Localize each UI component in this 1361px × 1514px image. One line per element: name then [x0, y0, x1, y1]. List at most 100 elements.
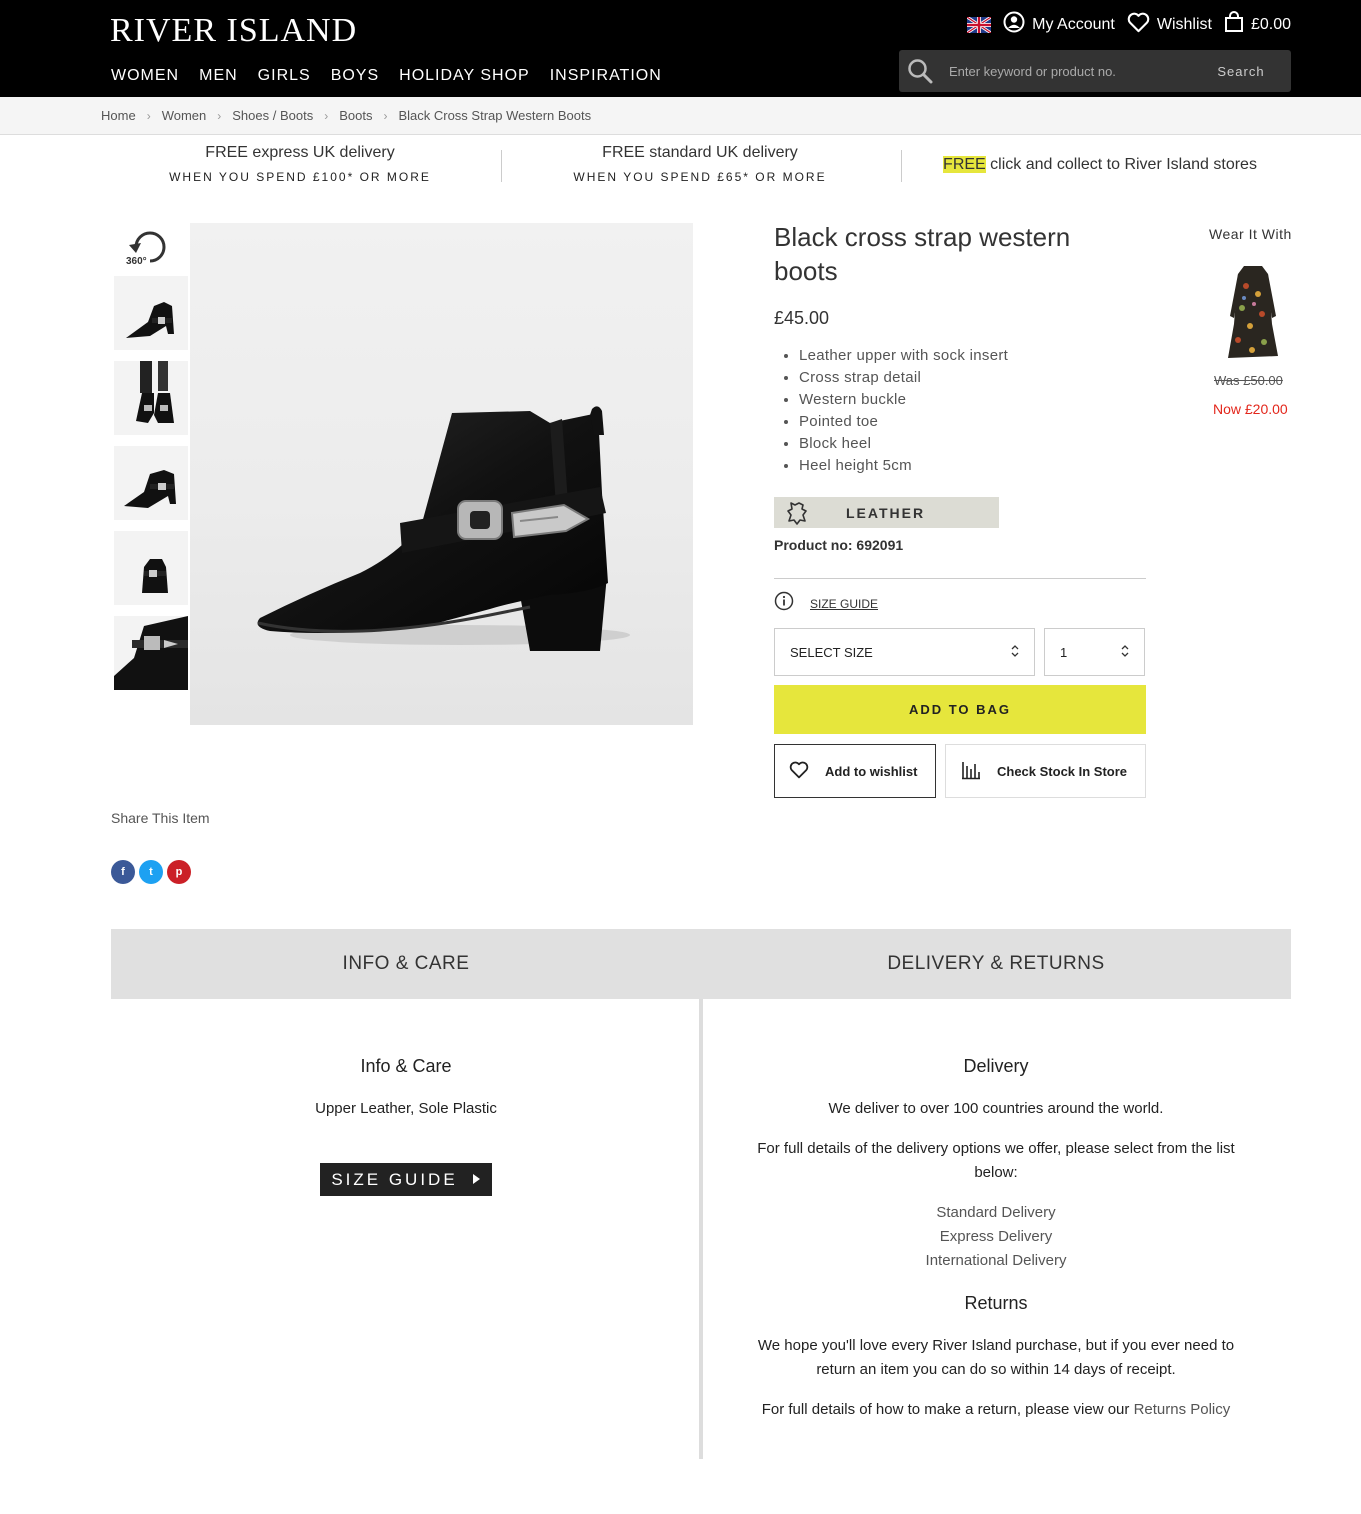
promo-title: FREE click and collect to River Island s… [920, 156, 1280, 174]
quantity-select[interactable]: 1 [1044, 628, 1145, 676]
promo-divider [901, 150, 902, 182]
updown-chevron-icon [1010, 644, 1020, 661]
breadcrumb-bar: Home › Women › Shoes / Boots › Boots › B… [0, 97, 1361, 135]
bag-link[interactable]: £0.00 [1224, 11, 1291, 38]
top-links: My Account Wishlist £0.00 [966, 11, 1291, 38]
breadcrumb: Home › Women › Shoes / Boots › Boots › B… [101, 108, 591, 123]
thumbnail-1[interactable] [114, 276, 188, 350]
tab-delivery-returns[interactable]: DELIVERY & RETURNS [701, 929, 1291, 999]
promo-click-collect-text: click and collect to River Island stores [985, 156, 1257, 173]
facebook-icon[interactable]: f [111, 860, 135, 884]
size-guide-button[interactable]: SIZE GUIDE [320, 1163, 492, 1196]
feature-item: Leather upper with sock insert [799, 346, 1008, 368]
chevron-right-icon: › [324, 108, 329, 123]
chevron-right-icon: › [217, 108, 222, 123]
returns-policy-link[interactable]: Returns Policy [1134, 1401, 1231, 1418]
nav-women[interactable]: WOMEN [111, 67, 179, 85]
share-icons: f t p [111, 860, 191, 884]
search-button[interactable]: Search [1191, 64, 1291, 79]
add-to-bag-button[interactable]: ADD TO BAG [774, 685, 1146, 734]
delivery-intro: We deliver to over 100 countries around … [828, 1100, 1164, 1117]
returns-policy-text: For full details of how to make a return… [741, 1398, 1251, 1422]
promo-title: FREE express UK delivery [205, 144, 395, 161]
info-care-text: Upper Leather, Sole Plastic [315, 1100, 497, 1117]
thumbnail-4[interactable] [114, 531, 188, 605]
info-care-panel: Info & Care Upper Leather, Sole Plastic [111, 1056, 701, 1121]
promo-free-highlight: FREE [943, 156, 986, 173]
returns-heading: Returns [964, 1293, 1028, 1313]
leather-badge: LEATHER [774, 497, 999, 528]
thumbnail-2[interactable] [114, 361, 188, 435]
wear-it-with-title: Wear It With [1209, 226, 1292, 242]
shopping-bag-icon [1224, 11, 1244, 38]
chevron-right-icon: › [383, 108, 388, 123]
nav-girls[interactable]: GIRLS [258, 67, 311, 85]
pinterest-icon[interactable]: p [167, 860, 191, 884]
twitter-icon[interactable]: t [139, 860, 163, 884]
nav-holiday-shop[interactable]: HOLIDAY SHOP [399, 67, 530, 85]
thumbnail-3[interactable] [114, 446, 188, 520]
product-title: Black cross strap western boots [774, 222, 1071, 286]
breadcrumb-home[interactable]: Home [101, 108, 136, 123]
feature-item: Heel height 5cm [799, 456, 1008, 478]
wear-it-with-was-price: Was £50.00 [1214, 373, 1283, 388]
site-logo[interactable]: RIVER ISLAND [110, 12, 357, 50]
feature-item: Block heel [799, 434, 1008, 456]
site-header: RIVER ISLAND My Account Wishlist £0.00 W… [0, 0, 1361, 97]
size-guide-link[interactable]: SIZE GUIDE [810, 597, 878, 611]
breadcrumb-women[interactable]: Women [162, 108, 207, 123]
feature-item: Cross strap detail [799, 368, 1008, 390]
wishlist-label: Wishlist [1156, 15, 1212, 33]
search-bar: Search [899, 50, 1291, 92]
size-guide-row: SIZE GUIDE [774, 591, 878, 616]
info-care-heading: Info & Care [360, 1056, 452, 1076]
rotate-360-button[interactable]: 360° [126, 227, 174, 271]
add-to-wishlist-button[interactable]: Add to wishlist [774, 744, 936, 798]
main-product-image[interactable] [190, 223, 693, 725]
thumbnail-5[interactable] [114, 616, 188, 690]
my-account-link[interactable]: My Account [1003, 11, 1115, 38]
size-select[interactable]: SELECT SIZE [774, 628, 1035, 676]
nav-inspiration[interactable]: INSPIRATION [550, 67, 662, 85]
promo-subtitle: WHEN YOU SPEND £100* OR MORE [169, 170, 431, 184]
product-features: Leather upper with sock insert Cross str… [799, 346, 1008, 478]
returns-policy-prefix: For full details of how to make a return… [761, 1401, 1134, 1418]
leather-hide-icon [774, 501, 820, 525]
delivery-options-text: For full details of the delivery options… [757, 1140, 1235, 1181]
delivery-links: Standard Delivery Express Delivery Inter… [741, 1201, 1251, 1273]
breadcrumb-shoes-boots[interactable]: Shoes / Boots [232, 108, 313, 123]
feature-item: Western buckle [799, 390, 1008, 412]
nav-boys[interactable]: BOYS [331, 67, 379, 85]
promo-standard-delivery[interactable]: FREE standard UK delivery WHEN YOU SPEND… [550, 136, 850, 196]
delivery-heading: Delivery [963, 1056, 1029, 1076]
promo-express-delivery[interactable]: FREE express UK delivery WHEN YOU SPEND … [150, 136, 450, 196]
promo-subtitle: WHEN YOU SPEND £65* OR MORE [573, 170, 827, 184]
standard-delivery-link[interactable]: Standard Delivery [741, 1201, 1251, 1225]
breadcrumb-current: Black Cross Strap Western Boots [398, 108, 592, 123]
breadcrumb-boots[interactable]: Boots [339, 108, 372, 123]
nav-men[interactable]: MEN [199, 67, 238, 85]
wishlist-link[interactable]: Wishlist [1127, 12, 1212, 38]
my-account-label: My Account [1032, 15, 1115, 33]
tab-info-care[interactable]: INFO & CARE [111, 929, 701, 999]
bag-total: £0.00 [1250, 15, 1291, 33]
check-stock-button[interactable]: Check Stock In Store [945, 744, 1146, 798]
account-icon [1003, 11, 1025, 38]
promo-title: FREE standard UK delivery [602, 144, 798, 161]
updown-chevron-icon [1120, 644, 1130, 661]
international-delivery-link[interactable]: International Delivery [741, 1249, 1251, 1273]
size-guide-button-label: SIZE GUIDE [331, 1169, 458, 1189]
promo-click-collect[interactable]: FREE click and collect to River Island s… [920, 136, 1280, 196]
uk-flag-icon[interactable] [966, 15, 992, 34]
wear-it-with-dress-image[interactable] [1222, 264, 1284, 364]
search-icon[interactable] [899, 50, 941, 92]
express-delivery-link[interactable]: Express Delivery [741, 1225, 1251, 1249]
product-number: Product no: 692091 [774, 537, 904, 553]
returns-intro: We hope you'll love every River Island p… [757, 1337, 1235, 1378]
chevron-right-icon: › [146, 108, 151, 123]
divider [774, 578, 1146, 579]
product-price: £45.00 [774, 308, 830, 328]
search-input[interactable] [941, 63, 1191, 79]
heart-icon [1127, 12, 1150, 38]
heart-icon [789, 761, 809, 782]
